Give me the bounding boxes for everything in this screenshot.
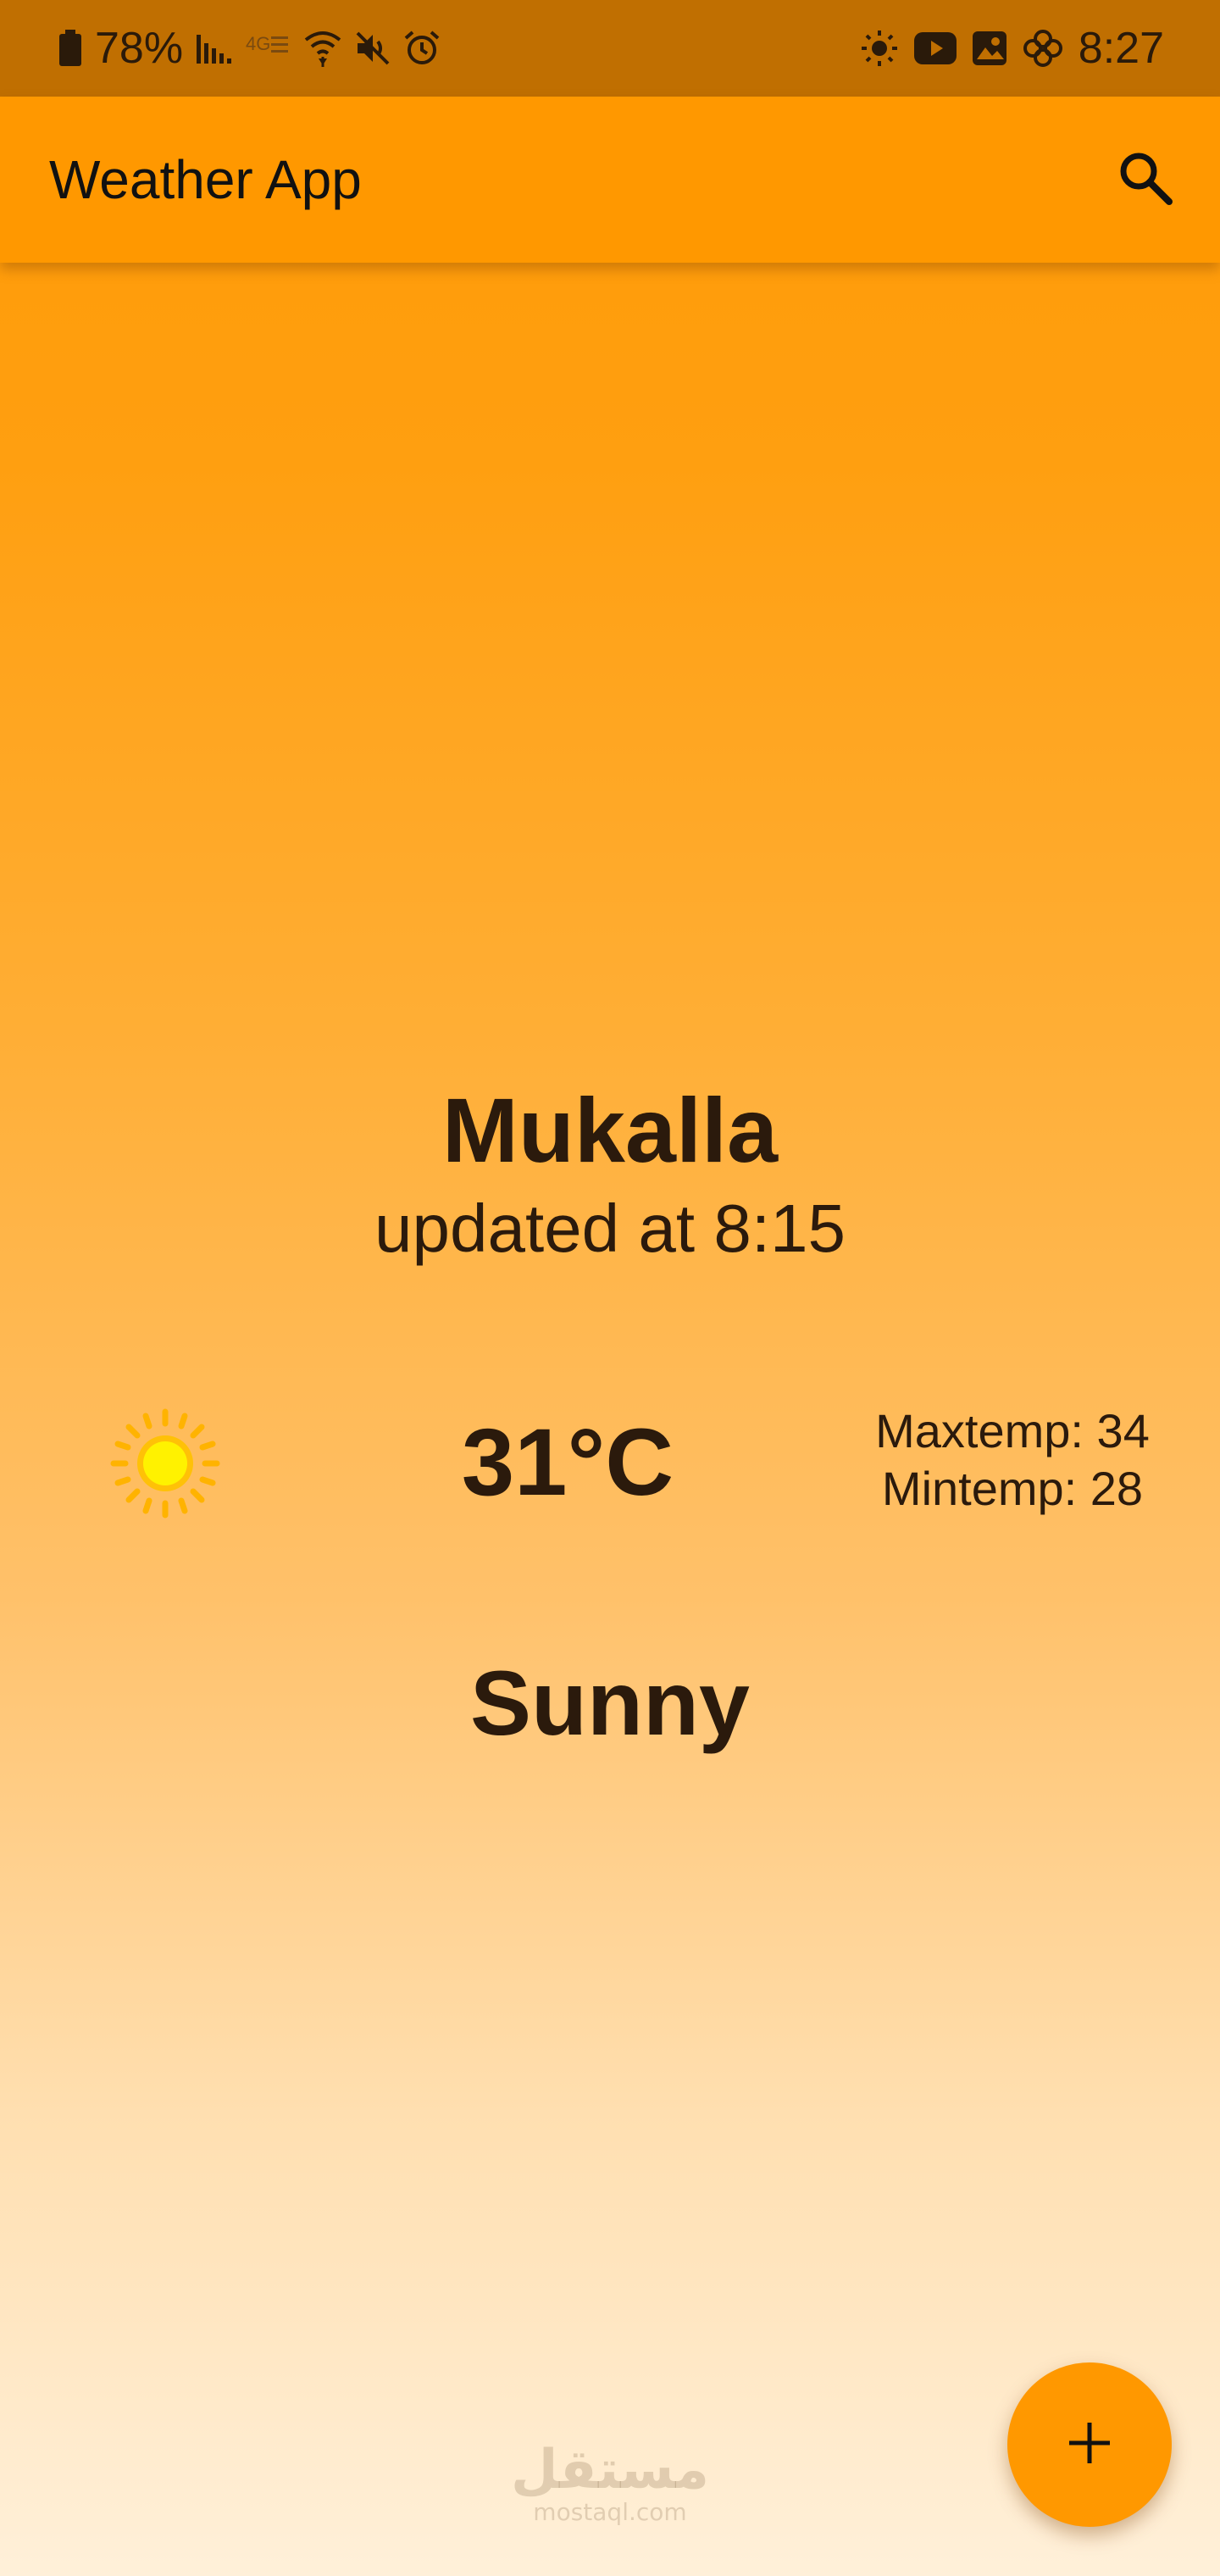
- alarm-icon: [403, 30, 441, 67]
- clock: 8:27: [1078, 24, 1164, 73]
- battery-percent: 78%: [95, 24, 184, 73]
- gallery-icon: [972, 31, 1007, 66]
- app-bar: Weather App: [0, 97, 1220, 263]
- updated-time: updated at 8:15: [374, 1191, 846, 1266]
- search-icon: [1117, 149, 1174, 211]
- battery-icon: [58, 30, 83, 67]
- youtube-icon: [913, 32, 957, 64]
- search-button[interactable]: [1105, 139, 1186, 220]
- weather-condition: Sunny: [469, 1652, 750, 1754]
- current-temperature: 31°C: [461, 1408, 674, 1515]
- add-city-button[interactable]: [1007, 2362, 1172, 2527]
- app-title: Weather App: [49, 149, 362, 210]
- watermark-latin: mostaql.com: [533, 2498, 687, 2526]
- watermark-arabic: مستقل: [510, 2439, 710, 2501]
- status-bar-right: 8:27: [860, 0, 1164, 97]
- watermark-logo: مستقل mostaql.com: [474, 2440, 746, 2525]
- weather-summary-row: 31°C Maxtemp: 34 Mintemp: 28: [0, 1390, 1220, 1534]
- min-max-temperatures: Maxtemp: 34 Mintemp: 28: [856, 1402, 1169, 1518]
- status-bar-left: 78% 4G: [58, 0, 441, 97]
- max-temperature: Maxtemp: 34: [875, 1404, 1150, 1457]
- plus-icon: [1064, 2418, 1115, 2473]
- wifi-icon: [303, 28, 342, 69]
- status-bar: 78% 4G 8:27: [0, 0, 1220, 97]
- city-name: Mukalla: [441, 1079, 779, 1181]
- mute-icon: [354, 30, 391, 67]
- 4g-icon: 4G: [244, 31, 291, 65]
- min-temperature: Mintemp: 28: [881, 1462, 1144, 1515]
- brightness-icon: [860, 29, 899, 68]
- sun-icon: [110, 1408, 220, 1518]
- svg-text:4G: 4G: [246, 33, 270, 54]
- signal-bars-icon: [195, 31, 232, 65]
- settings-flower-icon: [1023, 29, 1063, 68]
